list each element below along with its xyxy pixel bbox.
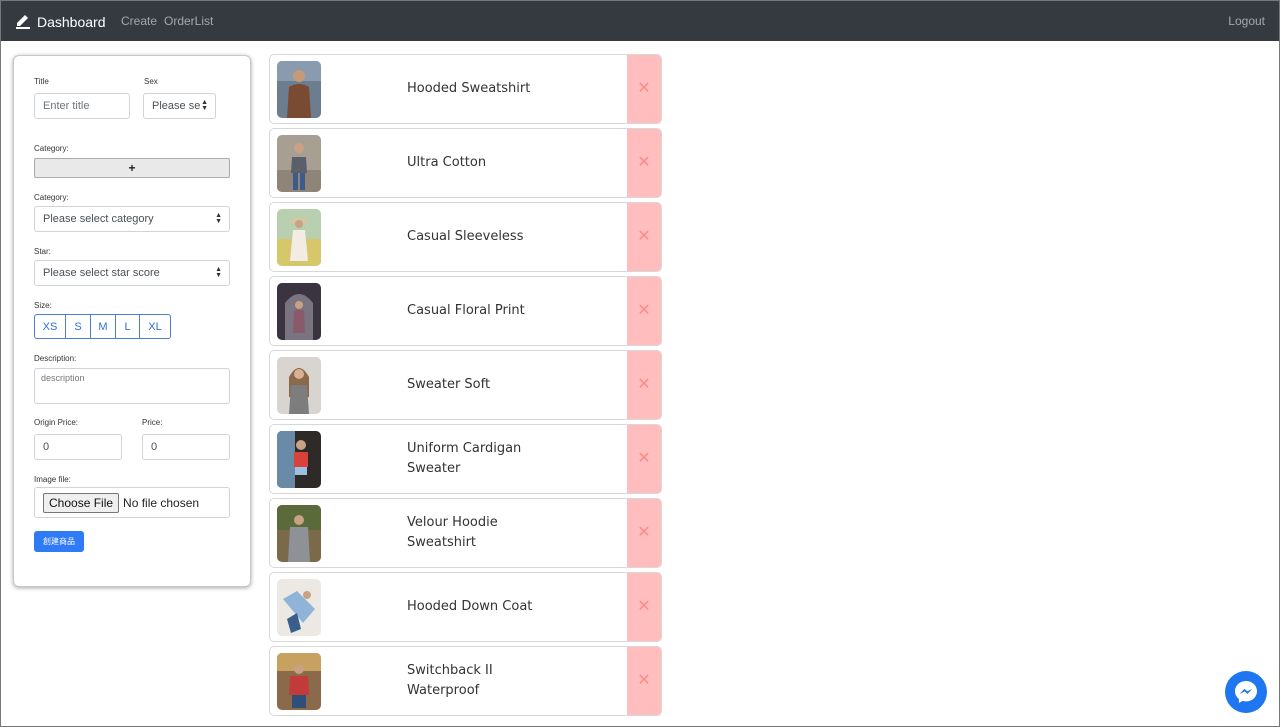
delete-icon[interactable]: ✕ [627,277,661,345]
product-thumbnail [277,61,321,118]
messenger-icon [1235,681,1257,703]
size-xl-button[interactable]: XL [139,314,171,339]
product-item: Casual Sleeveless ✕ [269,202,662,272]
delete-icon[interactable]: ✕ [627,129,661,197]
sex-select[interactable]: Please se ▲ ▼ [143,93,216,119]
delete-icon[interactable]: ✕ [627,647,661,715]
product-item: Hooded Sweatshirt ✕ [269,54,662,124]
size-button-group: XS S M L XL [34,314,171,339]
sex-select-value: Please se [152,100,201,112]
product-thumbnail [277,135,321,192]
add-category-button[interactable]: + [34,158,230,178]
product-item: Sweater Soft ✕ [269,350,662,420]
product-thumbnail [277,357,321,414]
price-input[interactable]: 0 [142,434,230,460]
navbar: Dashboard Create OrderList Logout [1,1,1279,41]
choose-file-button[interactable]: Choose File [43,492,120,513]
no-file-text: No file chosen [123,495,200,510]
category-add-label: Category: [34,144,69,153]
select-caret-icon: ▲ ▼ [201,99,208,112]
product-item: Casual Floral Print ✕ [269,276,662,346]
select-caret-icon: ▲ ▼ [215,212,222,225]
product-title: Casual Sleeveless [407,229,524,244]
size-l-button[interactable]: L [115,314,140,339]
product-title: Uniform Cardigan Sweater [407,441,522,476]
size-m-button[interactable]: M [90,314,116,339]
product-thumbnail [277,505,321,562]
nav-create[interactable]: Create [121,14,157,28]
title-label: Title [34,77,49,86]
product-title: Switchback II Waterproof [407,663,493,698]
product-title: Ultra Cotton [407,155,487,170]
category-label: Category: [34,193,69,202]
product-item: Switchback II Waterproof ✕ [269,646,662,716]
delete-icon[interactable]: ✕ [627,351,661,419]
product-title: Velour Hoodie Sweatshirt [407,515,498,550]
price-label: Price: [142,418,163,427]
sex-label: Sex [144,77,158,86]
select-caret-icon: ▲ ▼ [215,266,222,279]
delete-icon[interactable]: ✕ [627,499,661,567]
submit-button[interactable]: 創建商品 [34,531,84,552]
product-item: Uniform Cardigan Sweater ✕ [269,424,662,494]
size-xs-button[interactable]: XS [34,314,66,339]
category-select[interactable]: Please select category ▲ ▼ [34,206,230,232]
description-label: Description: [34,354,77,363]
product-item: Velour Hoodie Sweatshirt ✕ [269,498,662,568]
product-item: Hooded Down Coat ✕ [269,572,662,642]
product-item: Ultra Cotton ✕ [269,128,662,198]
origin-price-input[interactable]: 0 [34,434,122,460]
product-thumbnail [277,653,321,710]
origin-price-label: Origin Price: [34,418,79,427]
create-product-form: Title Enter title Sex Please se ▲ ▼ Categ… [13,55,251,587]
brand-link[interactable]: Dashboard [15,11,106,33]
logout-link[interactable]: Logout [1228,14,1265,28]
product-title: Casual Floral Print [407,303,525,318]
size-label: Size: [34,301,52,310]
star-select-value: Please select star score [43,267,160,279]
brand-title: Dashboard [37,14,106,30]
star-label: Star: [34,247,51,256]
category-select-value: Please select category [43,213,154,225]
title-input[interactable]: Enter title [34,93,130,119]
product-title: Hooded Down Coat [407,599,533,614]
nav-orderlist[interactable]: OrderList [164,14,213,28]
delete-icon[interactable]: ✕ [627,203,661,271]
pencil-icon [16,15,30,29]
delete-icon[interactable]: ✕ [627,425,661,493]
product-title: Hooded Sweatshirt [407,81,531,96]
delete-icon[interactable]: ✕ [627,573,661,641]
star-select[interactable]: Please select star score ▲ ▼ [34,260,230,286]
delete-icon[interactable]: ✕ [627,55,661,123]
size-s-button[interactable]: S [65,314,91,339]
description-textarea[interactable]: description [34,368,230,404]
product-thumbnail [277,579,321,636]
product-thumbnail [277,431,321,488]
product-thumbnail [277,209,321,266]
image-file-label: Image file: [34,475,71,484]
product-thumbnail [277,283,321,340]
messenger-chat-button[interactable] [1225,671,1267,713]
image-file-input[interactable]: Choose File No file chosen [34,487,230,518]
product-title: Sweater Soft [407,377,491,392]
